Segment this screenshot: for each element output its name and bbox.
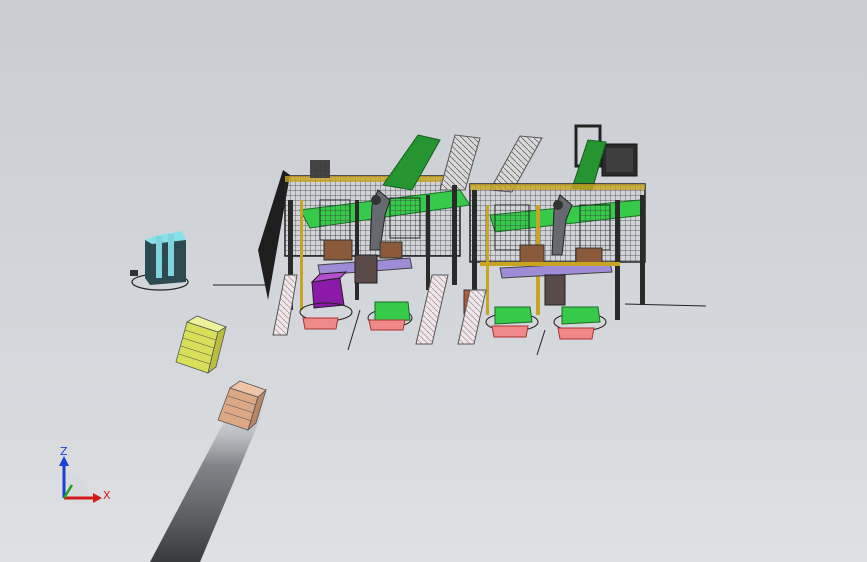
graphics-viewport[interactable]: Z X xyxy=(0,0,867,562)
origin-axis-line xyxy=(624,303,707,307)
x-axis-label: X xyxy=(103,489,111,502)
assembly-scene[interactable] xyxy=(0,0,867,562)
feeder-machine[interactable] xyxy=(130,231,189,291)
pallet-stack-orange[interactable] xyxy=(217,380,267,432)
pallet-turntable xyxy=(494,306,533,325)
z-axis-label: Z xyxy=(60,445,68,458)
pallet-pad xyxy=(302,317,339,330)
coordinate-triad xyxy=(59,456,102,503)
pallet-stack-yellow[interactable] xyxy=(175,315,227,374)
pallet-turntable xyxy=(561,306,601,325)
robot-cell-left[interactable] xyxy=(258,134,481,345)
origin-axis-line xyxy=(536,329,546,356)
pallet-turntable xyxy=(374,301,411,323)
pallet-pad xyxy=(491,325,529,338)
robot-cell-right[interactable] xyxy=(457,124,646,345)
pallet-pad xyxy=(368,319,406,331)
pallet-pad xyxy=(557,327,595,340)
